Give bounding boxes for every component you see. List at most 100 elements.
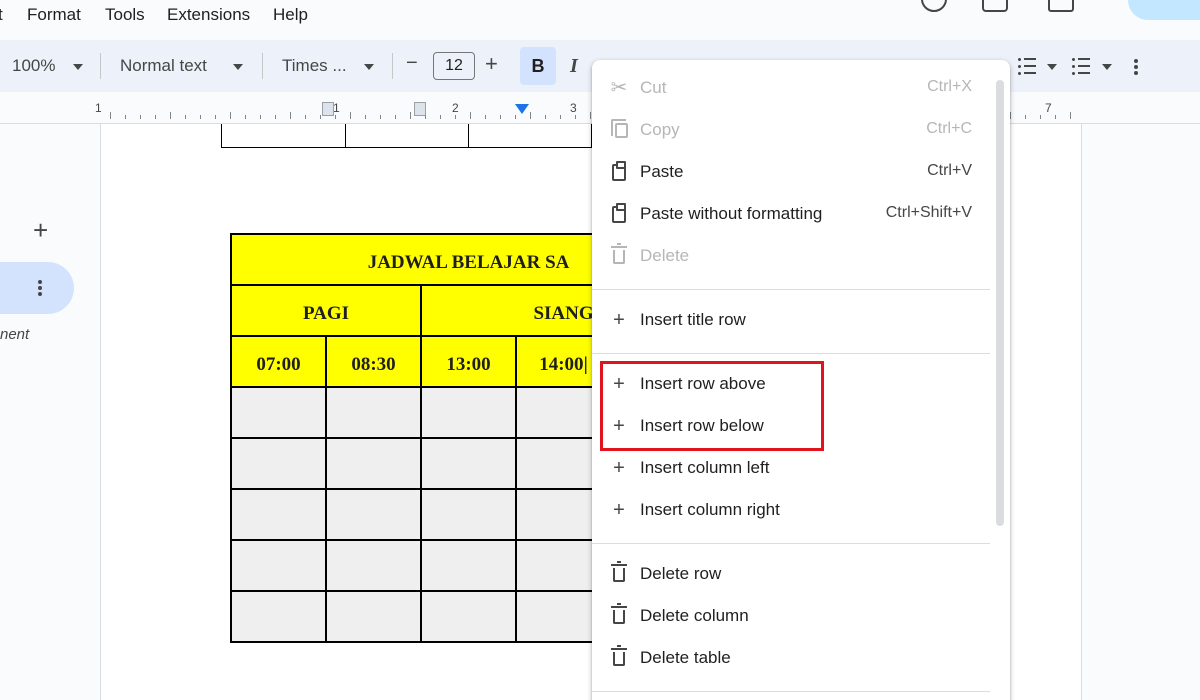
menu-scrollbar[interactable] xyxy=(996,80,1004,526)
ruler-tick xyxy=(590,112,591,119)
table-time-cell[interactable]: 08:30 xyxy=(325,335,422,388)
menu-item-delete[interactable]: Delete xyxy=(592,236,992,276)
clipboard-icon xyxy=(609,161,629,183)
table-cell[interactable] xyxy=(325,386,422,439)
column-marker[interactable] xyxy=(322,102,334,116)
table-cell[interactable] xyxy=(420,437,517,490)
ruler-tick xyxy=(260,115,261,119)
ruler-tick xyxy=(395,115,396,119)
menu-item-format[interactable]: Format xyxy=(27,5,81,25)
indent-marker[interactable] xyxy=(515,104,529,114)
ruler-tick xyxy=(1040,115,1041,119)
trash-icon xyxy=(609,603,629,627)
numbered-list-icon[interactable] xyxy=(1072,57,1090,75)
menu-item-insert-title-row[interactable]: + Insert title row xyxy=(592,300,992,340)
ruler-tick xyxy=(155,115,156,119)
ruler-tick xyxy=(455,115,456,119)
menu-item-cut[interactable]: ✂ Cut Ctrl+X xyxy=(592,68,992,108)
ruler-tick xyxy=(290,112,291,119)
table-cell[interactable] xyxy=(420,539,517,592)
history-icon[interactable] xyxy=(921,0,947,12)
menu-item-delete-table[interactable]: Delete table xyxy=(592,638,992,678)
font-size-input[interactable]: 12 xyxy=(433,52,475,80)
font-select[interactable]: Times ... xyxy=(282,56,347,76)
scissors-icon: ✂ xyxy=(610,77,628,99)
table-cell[interactable] xyxy=(325,437,422,490)
chevron-down-icon xyxy=(1047,64,1057,70)
add-tab-button[interactable]: + xyxy=(33,215,48,246)
decrease-font-size-button[interactable]: − xyxy=(406,52,418,75)
menu-item-label: Delete column xyxy=(640,606,749,625)
menu-item-delete-row[interactable]: Delete row xyxy=(592,554,992,594)
chevron-down-icon xyxy=(233,64,243,70)
ruler-tick xyxy=(140,115,141,119)
session-label: PAGI xyxy=(302,302,350,324)
active-tab-item[interactable] xyxy=(0,262,74,314)
menu-item-copy[interactable]: Copy Ctrl+C xyxy=(592,110,992,150)
table-cell[interactable] xyxy=(230,488,327,541)
menu-item-label: Cut xyxy=(640,78,667,97)
more-vert-icon[interactable] xyxy=(38,280,42,298)
chevron-down-icon xyxy=(73,64,83,70)
table-cell[interactable] xyxy=(230,590,327,643)
table-cell[interactable] xyxy=(230,437,327,490)
bold-button[interactable]: B xyxy=(520,47,556,85)
ruler-number: 1 xyxy=(333,101,340,115)
table-cell[interactable] xyxy=(325,539,422,592)
ruler-tick xyxy=(470,112,471,119)
time-label: 13:00 xyxy=(446,353,491,375)
menu-item-help[interactable]: Help xyxy=(273,5,308,25)
ruler-tick xyxy=(575,115,576,119)
table-cell[interactable] xyxy=(420,488,517,541)
zoom-select[interactable]: 100% xyxy=(12,56,55,76)
bulleted-list-icon[interactable] xyxy=(1018,57,1036,75)
column-marker[interactable] xyxy=(414,102,426,116)
menu-item-paste[interactable]: Paste Ctrl+V xyxy=(592,152,992,192)
ruler-tick xyxy=(410,112,411,119)
ruler-number: 2 xyxy=(452,101,459,115)
ruler-tick xyxy=(500,115,501,119)
more-vert-icon[interactable] xyxy=(1134,59,1138,75)
menu-item-insert-column-left[interactable]: + Insert column left xyxy=(592,448,992,488)
increase-font-size-button[interactable]: + xyxy=(485,51,498,77)
ruler-number: 7 xyxy=(1045,101,1052,115)
menu-item-tools[interactable]: Tools xyxy=(105,5,145,25)
trash-icon xyxy=(609,645,629,669)
table-time-cell[interactable]: 07:00 xyxy=(230,335,327,388)
paragraph-style-select[interactable]: Normal text xyxy=(120,56,207,76)
menu-item-label: Paste without formatting xyxy=(640,204,823,223)
ruler-tick xyxy=(110,112,111,119)
table-cell[interactable] xyxy=(230,539,327,592)
menu-item-extensions[interactable]: Extensions xyxy=(167,5,250,25)
menu-item-label: Delete table xyxy=(640,648,731,667)
menu-item-insert-column-right[interactable]: + Insert column right xyxy=(592,490,992,530)
ruler-tick xyxy=(485,115,486,119)
plus-icon: + xyxy=(613,457,625,479)
table-cell[interactable] xyxy=(230,386,327,439)
meet-icon[interactable] xyxy=(1048,0,1074,12)
menu-item-label: Delete xyxy=(640,246,690,265)
comment-icon[interactable] xyxy=(982,0,1008,12)
menu-item-insert[interactable]: t xyxy=(0,5,3,25)
menu-item-label: Copy xyxy=(640,120,680,139)
table-cell[interactable] xyxy=(325,488,422,541)
table-cell[interactable] xyxy=(420,386,517,439)
table-header-cell[interactable]: PAGI xyxy=(230,284,422,337)
ruler-tick xyxy=(1010,112,1011,119)
ruler-tick xyxy=(245,115,246,119)
menu-item-shortcut: Ctrl+Shift+V xyxy=(885,204,972,221)
menu-item-paste-without-formatting[interactable]: Paste without formatting Ctrl+Shift+V xyxy=(592,194,992,234)
trash-icon xyxy=(609,561,629,585)
menu-divider xyxy=(592,691,990,692)
italic-button[interactable]: I xyxy=(570,55,578,78)
clipboard-format-icon xyxy=(609,203,629,225)
share-button[interactable] xyxy=(1128,0,1200,20)
ruler-number: 1 xyxy=(95,101,102,115)
trash-icon xyxy=(609,243,629,267)
menu-item-delete-column[interactable]: Delete column xyxy=(592,596,992,636)
table-cell[interactable] xyxy=(325,590,422,643)
menu-item-label: Paste xyxy=(640,162,684,181)
table-time-cell[interactable]: 13:00 xyxy=(420,335,517,388)
menu-divider xyxy=(592,289,990,290)
table-cell[interactable] xyxy=(420,590,517,643)
